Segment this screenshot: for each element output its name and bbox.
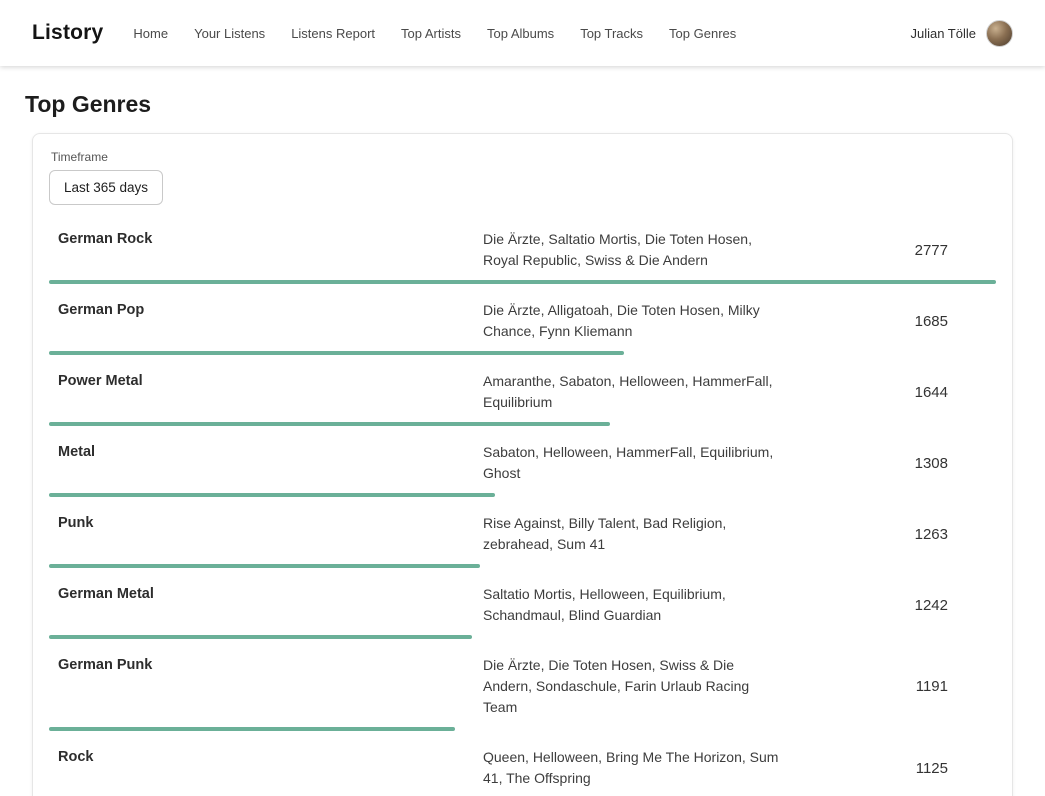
genre-artists: Die Ärzte, Alligatoah, Die Toten Hosen, … <box>483 300 785 342</box>
genre-row: Rock Queen, Helloween, Bring Me The Hori… <box>49 747 996 796</box>
genre-bar <box>49 564 480 568</box>
genre-bar <box>49 422 610 426</box>
genre-artists: Rise Against, Billy Talent, Bad Religion… <box>483 513 785 555</box>
genre-artists: Queen, Helloween, Bring Me The Horizon, … <box>483 747 785 789</box>
genre-bar <box>49 727 455 731</box>
main-nav: Home Your Listens Listens Report Top Art… <box>133 26 736 41</box>
genre-count: 2777 <box>915 242 996 259</box>
genre-artists: Saltatio Mortis, Helloween, Equilibrium,… <box>483 584 785 626</box>
genre-count: 1263 <box>915 526 996 543</box>
genre-name: German Pop <box>49 300 483 318</box>
top-genres-card: Timeframe Last 365 days German Rock Die … <box>32 133 1013 796</box>
topbar: Listory Home Your Listens Listens Report… <box>0 0 1045 66</box>
nav-item-top-artists[interactable]: Top Artists <box>401 26 461 41</box>
genre-artists: Sabaton, Helloween, HammerFall, Equilibr… <box>483 442 785 484</box>
genre-name: German Rock <box>49 229 483 247</box>
genre-artists: Die Ärzte, Die Toten Hosen, Swiss & Die … <box>483 655 785 718</box>
nav-item-home[interactable]: Home <box>133 26 168 41</box>
genre-count: 1242 <box>915 597 996 614</box>
page-title: Top Genres <box>25 91 1045 118</box>
user-name: Julian Tölle <box>910 26 976 41</box>
genre-row: German Punk Die Ärzte, Die Toten Hosen, … <box>49 655 996 731</box>
genre-row: German Metal Saltatio Mortis, Helloween,… <box>49 584 996 639</box>
genre-count: 1685 <box>915 313 996 330</box>
timeframe-label: Timeframe <box>51 150 996 164</box>
genre-bar <box>49 493 495 497</box>
genre-name: Rock <box>49 747 483 765</box>
avatar[interactable] <box>986 20 1013 47</box>
genre-name: German Metal <box>49 584 483 602</box>
genre-count: 1125 <box>916 760 996 777</box>
genre-row: Punk Rise Against, Billy Talent, Bad Rel… <box>49 513 996 568</box>
app-logo[interactable]: Listory <box>32 21 103 45</box>
nav-item-top-tracks[interactable]: Top Tracks <box>580 26 643 41</box>
genre-name: German Punk <box>49 655 483 673</box>
genre-row: Metal Sabaton, Helloween, HammerFall, Eq… <box>49 442 996 497</box>
genre-artists: Amaranthe, Sabaton, Helloween, HammerFal… <box>483 371 785 413</box>
genre-bar <box>49 351 624 355</box>
nav-item-listens-report[interactable]: Listens Report <box>291 26 375 41</box>
genre-row: Power Metal Amaranthe, Sabaton, Hellowee… <box>49 371 996 426</box>
genre-table: German Rock Die Ärzte, Saltatio Mortis, … <box>49 229 996 796</box>
topbar-user-area: Julian Tölle <box>910 20 1013 47</box>
genre-count: 1308 <box>915 455 996 472</box>
genre-row: German Pop Die Ärzte, Alligatoah, Die To… <box>49 300 996 355</box>
nav-item-your-listens[interactable]: Your Listens <box>194 26 265 41</box>
genre-count: 1191 <box>916 678 996 695</box>
timeframe-select[interactable]: Last 365 days <box>49 170 163 205</box>
main-content: Top Genres Timeframe Last 365 days Germa… <box>0 91 1045 796</box>
nav-item-top-genres[interactable]: Top Genres <box>669 26 736 41</box>
genre-count: 1644 <box>915 384 996 401</box>
genre-bar <box>49 635 472 639</box>
genre-name: Power Metal <box>49 371 483 389</box>
nav-item-top-albums[interactable]: Top Albums <box>487 26 554 41</box>
genre-bar <box>49 280 996 284</box>
genre-name: Punk <box>49 513 483 531</box>
genre-name: Metal <box>49 442 483 460</box>
genre-artists: Die Ärzte, Saltatio Mortis, Die Toten Ho… <box>483 229 785 271</box>
genre-row: German Rock Die Ärzte, Saltatio Mortis, … <box>49 229 996 284</box>
